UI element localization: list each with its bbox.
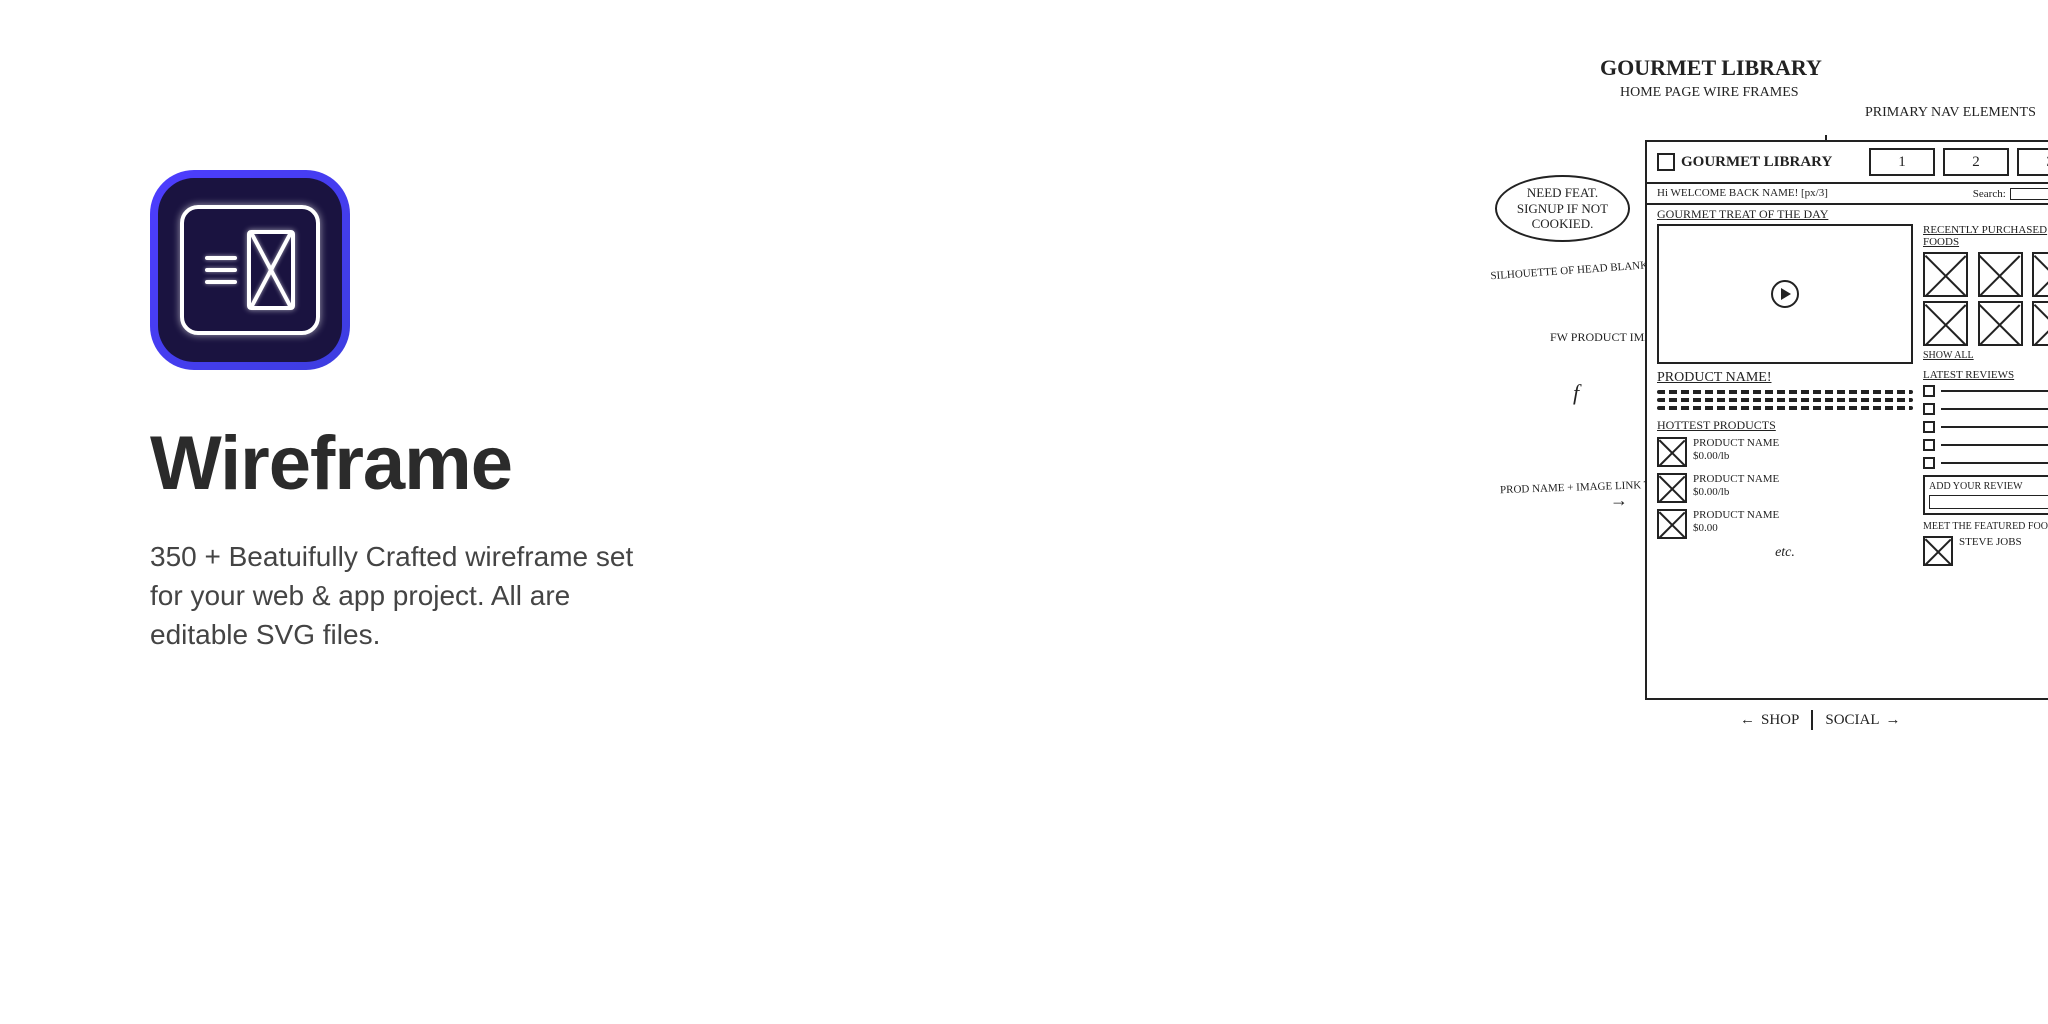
sketch-title: GOURMET LIBRARY bbox=[1600, 55, 1822, 81]
footer-nav-annotation: SHOP SOCIAL bbox=[1740, 710, 1901, 730]
wf-meet-foodie-heading: MEET THE FEATURED FOODIE bbox=[1923, 521, 2048, 532]
product-description: 350 + Beatuifully Crafted wireframe set … bbox=[150, 537, 650, 655]
image-placeholder-icon[interactable] bbox=[1978, 301, 2023, 346]
image-placeholder-icon bbox=[1657, 509, 1687, 539]
arrow-right-icon: → bbox=[1610, 490, 1628, 511]
wf-search-label: Search: bbox=[1973, 188, 2006, 200]
sketch-subtitle: HOME PAGE WIRE FRAMES bbox=[1620, 85, 1799, 101]
wf-show-all-link[interactable]: SHOW ALL bbox=[1923, 350, 2048, 361]
wf-treat-heading: GOURMET TREAT OF THE DAY bbox=[1647, 205, 2048, 224]
wf-welcome-text: Hi WELCOME BACK NAME! [px/3] bbox=[1657, 187, 1828, 200]
image-placeholder-icon[interactable] bbox=[1923, 301, 1968, 346]
wf-nav-tab-3[interactable]: 3 bbox=[2017, 148, 2048, 176]
play-icon[interactable] bbox=[1771, 280, 1799, 308]
wf-reviews-heading: LATEST REVIEWS bbox=[1923, 369, 2048, 381]
checkbox-icon bbox=[1923, 439, 1935, 451]
wf-review-item[interactable] bbox=[1923, 421, 2048, 433]
wf-foodie-row[interactable]: STEVE JOBS bbox=[1923, 536, 2048, 566]
left-marketing-panel: Wireframe 350 + Beatuifully Crafted wire… bbox=[0, 0, 720, 1024]
wf-hottest-heading: HOTTEST PRODUCTS bbox=[1657, 418, 1913, 433]
footer-social-label: SOCIAL bbox=[1825, 711, 1900, 729]
wf-add-review-box: ADD YOUR REVIEW bbox=[1923, 475, 2048, 515]
image-placeholder-icon bbox=[1657, 473, 1687, 503]
divider-icon bbox=[1811, 710, 1813, 730]
wf-recently-heading: RECENTLY PURCHASED FOODS bbox=[1923, 224, 2048, 248]
image-placeholder-icon[interactable] bbox=[1923, 252, 1968, 297]
wf-search-input[interactable] bbox=[2010, 188, 2048, 200]
wf-review-input[interactable] bbox=[1929, 495, 2048, 509]
wf-review-item[interactable] bbox=[1923, 385, 2048, 397]
image-placeholder-icon bbox=[1923, 536, 1953, 566]
checkbox-icon bbox=[1923, 385, 1935, 397]
wireframe-frame: GOURMET LIBRARY 1 2 3 Hi WELCOME BACK NA… bbox=[1645, 140, 2048, 700]
crossed-box-icon bbox=[247, 230, 295, 310]
text-line-icon bbox=[1657, 390, 1913, 394]
checkbox-icon bbox=[1923, 421, 1935, 433]
footer-shop-label: SHOP bbox=[1740, 711, 1799, 729]
text-line-icon bbox=[1657, 398, 1913, 402]
wf-nav-tab-2[interactable]: 2 bbox=[1943, 148, 2009, 176]
wf-review-item[interactable] bbox=[1923, 439, 2048, 451]
text-line-icon bbox=[1657, 406, 1913, 410]
product-title: Wireframe bbox=[150, 420, 660, 507]
wf-product-name-heading: PRODUCT NAME! bbox=[1657, 370, 1913, 386]
image-placeholder-icon[interactable] bbox=[2032, 252, 2048, 297]
wf-etc-label: etc. bbox=[1657, 545, 1913, 561]
checkbox-icon bbox=[1923, 403, 1935, 415]
annotation-f-mark-left: f bbox=[1573, 380, 1579, 406]
wf-add-review-label: ADD YOUR REVIEW bbox=[1929, 481, 2048, 492]
wf-logo-icon bbox=[1657, 153, 1675, 171]
image-placeholder-icon[interactable] bbox=[2032, 301, 2048, 346]
wf-product-row[interactable]: PRODUCT NAME$0.00/lb bbox=[1657, 437, 1913, 467]
checkbox-icon bbox=[1923, 457, 1935, 469]
wf-video-placeholder[interactable] bbox=[1657, 224, 1913, 364]
wf-nav-tab-1[interactable]: 1 bbox=[1869, 148, 1935, 176]
hamburger-lines-icon bbox=[205, 256, 237, 284]
wireframe-app-icon bbox=[150, 170, 350, 370]
wf-header: GOURMET LIBRARY 1 2 3 bbox=[1647, 142, 2048, 184]
wf-welcome-row: Hi WELCOME BACK NAME! [px/3] Search: ⊙ bbox=[1647, 184, 2048, 205]
wf-product-row[interactable]: PRODUCT NAME$0.00/lb bbox=[1657, 473, 1913, 503]
wf-review-item[interactable] bbox=[1923, 457, 2048, 469]
wireframe-sketch-panel: GOURMET LIBRARY HOME PAGE WIRE FRAMES 06… bbox=[720, 0, 2048, 1024]
wf-product-row[interactable]: PRODUCT NAME$0.00 bbox=[1657, 509, 1913, 539]
image-placeholder-icon[interactable] bbox=[1978, 252, 2023, 297]
wf-logo-text: GOURMET LIBRARY bbox=[1681, 155, 1832, 170]
image-placeholder-icon bbox=[1657, 437, 1687, 467]
wf-foodie-name: STEVE JOBS bbox=[1959, 536, 2022, 566]
annotation-signup-bubble: NEED FEAT. SIGNUP IF NOT COOKIED. bbox=[1495, 175, 1630, 242]
wf-review-item[interactable] bbox=[1923, 403, 2048, 415]
annotation-primary-nav: PRIMARY NAV ELEMENTS bbox=[1865, 105, 2036, 121]
